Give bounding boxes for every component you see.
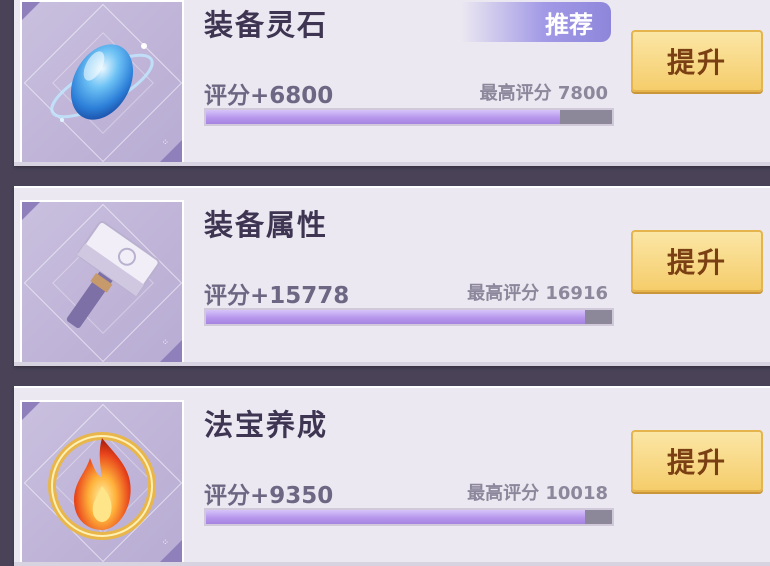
upgrade-card-equipment-attributes: ⁘ 装备属性 评分+15778 最高评分 16916 提升 (14, 186, 770, 366)
blue-spirit-stone-icon (50, 43, 154, 122)
upgrade-button[interactable]: 提升 (631, 430, 763, 492)
score-progress-bar (204, 108, 614, 126)
card-title: 装备灵石 (204, 8, 329, 42)
spirit-stone-icon-frame: ⁘ (20, 0, 184, 164)
upgrade-button[interactable]: 提升 (631, 230, 763, 292)
card-title: 法宝养成 (204, 408, 329, 442)
upgrade-card-spirit-stone: ⁘ 装备灵石 推荐 评分+6800 最高评分 7800 提升 (14, 0, 770, 166)
flame-treasure-icon (48, 432, 156, 540)
score-value: 评分+15778 (204, 283, 350, 309)
flame-icon-frame: ⁘ (20, 400, 184, 564)
max-score-label: 最高评分 10018 (467, 483, 608, 504)
score-progress-fill (206, 110, 561, 124)
hammer-icon-frame: ⁘ (20, 200, 184, 364)
score-progress-bar (204, 308, 614, 326)
hammer-icon (66, 220, 160, 329)
max-score-label: 最高评分 7800 (479, 83, 608, 104)
score-value: 评分+9350 (204, 483, 334, 509)
score-progress-fill (206, 510, 585, 524)
score-progress-bar (204, 508, 614, 526)
upgrade-card-treasure: ⁘ 法宝养成 评分+9350 最高评分 10018 提升 (14, 386, 770, 566)
upgrade-button[interactable]: 提升 (631, 30, 763, 92)
max-score-label: 最高评分 16916 (467, 283, 608, 304)
recommended-badge: 推荐 (461, 2, 611, 42)
score-progress-fill (206, 310, 585, 324)
card-title: 装备属性 (204, 208, 329, 242)
score-value: 评分+6800 (204, 83, 334, 109)
